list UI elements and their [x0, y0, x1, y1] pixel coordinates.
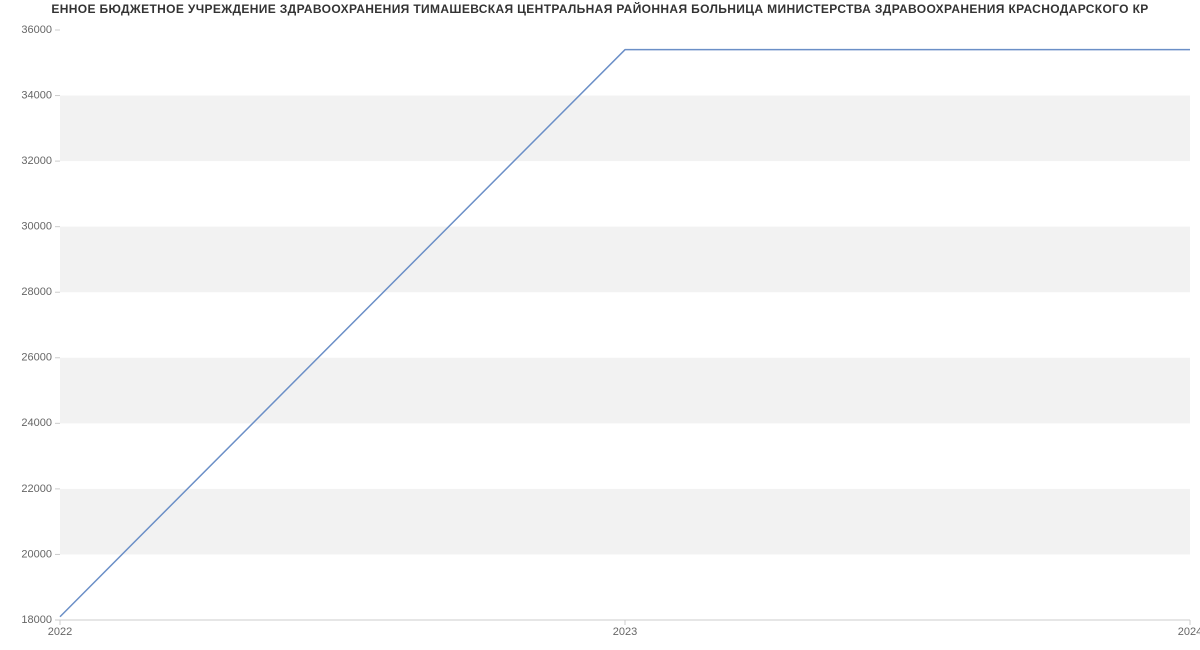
x-tick-label: 2024	[1178, 626, 1200, 638]
line-chart: 18000 20000 22000 24000 26000 28000 30000 32000…	[0, 0, 1200, 650]
y-tick-label: 18000	[21, 614, 52, 626]
grid-band	[60, 227, 1190, 293]
y-tick-label: 26000	[21, 352, 52, 364]
chart-title: ЕННОЕ БЮДЖЕТНОЕ УЧРЕЖДЕНИЕ ЗДРАВООХРАНЕН…	[0, 2, 1200, 16]
grid-band	[60, 489, 1190, 555]
y-tick-label: 32000	[21, 155, 52, 167]
x-tick-label: 2022	[48, 626, 72, 638]
grid-band	[60, 358, 1190, 424]
chart-container: ЕННОЕ БЮДЖЕТНОЕ УЧРЕЖДЕНИЕ ЗДРАВООХРАНЕН…	[0, 0, 1200, 650]
y-tick-label: 36000	[21, 24, 52, 36]
y-tick-label: 28000	[21, 286, 52, 298]
y-tick-label: 34000	[21, 89, 52, 101]
y-tick-label: 24000	[21, 417, 52, 429]
y-tick-label: 20000	[21, 548, 52, 560]
grid-band	[60, 96, 1190, 162]
y-tick-label: 22000	[21, 483, 52, 495]
x-tick-label: 2023	[613, 626, 637, 638]
y-tick-label: 30000	[21, 221, 52, 233]
